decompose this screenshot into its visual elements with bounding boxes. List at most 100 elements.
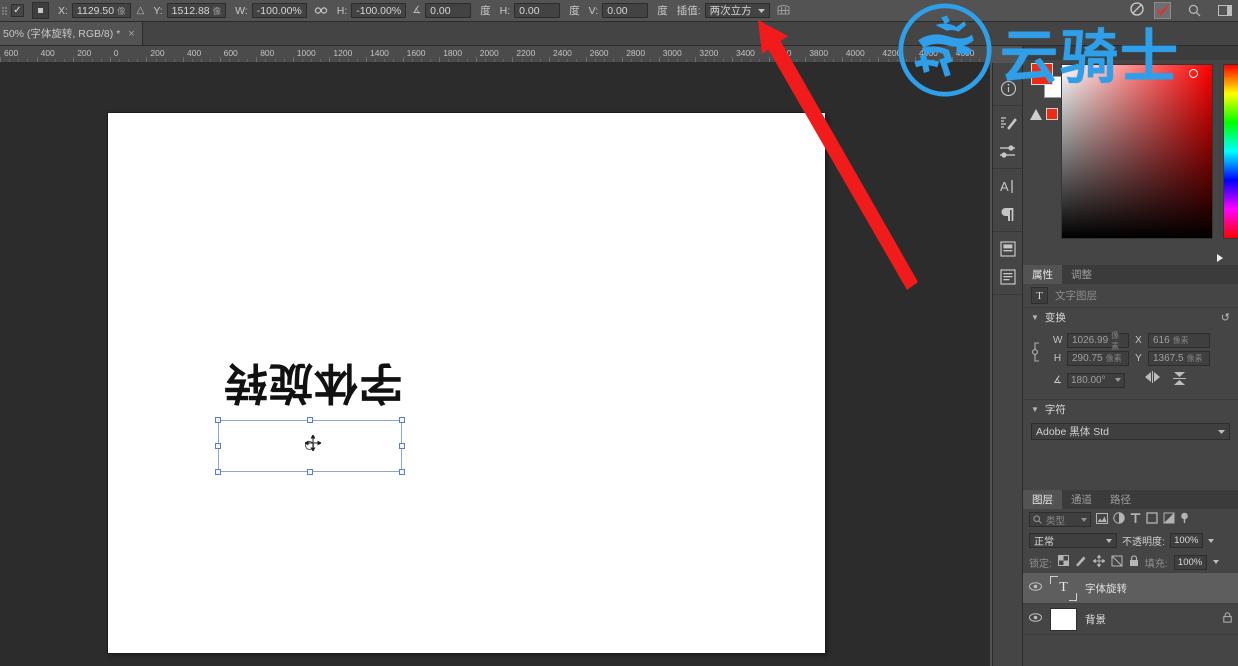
close-icon[interactable]: × [128,28,134,40]
tab-layers[interactable]: 图层 [1023,490,1062,509]
hue-slider[interactable] [1223,64,1238,239]
handle-middle-right[interactable] [399,443,405,449]
flip-horizontal-icon[interactable] [1144,371,1161,389]
prop-x-label: X [1135,335,1142,346]
lock-image-icon[interactable] [1075,555,1087,570]
prop-height-input[interactable]: 290.75 像素 [1067,351,1129,366]
character-section-header[interactable]: ▼ 字符 [1023,400,1238,419]
handle-top-right[interactable] [399,417,405,423]
ruler-minor-mark [594,59,596,62]
interpolation-label: 插值: [676,5,701,17]
prop-x-input[interactable]: 616 像素 [1148,333,1210,348]
rotated-text-content: 字体旋转 [223,357,403,408]
ruler-tick-mark [219,57,221,62]
adjustments-icon[interactable] [993,137,1023,165]
lock-fill-row: 锁定: 填充: 100% [1023,551,1238,573]
lock-icon[interactable] [1223,612,1232,626]
handle-top-left[interactable] [215,417,221,423]
smartobject-filter-icon[interactable] [1163,512,1175,527]
hue-slider-pointer[interactable] [1217,254,1223,262]
width-input[interactable]: -100.00% [251,3,307,18]
prop-width-input[interactable]: 1026.99 像素 [1067,331,1129,351]
out-of-gamut-warning[interactable] [1030,108,1058,120]
info-icon[interactable] [993,74,1023,102]
paragraph-icon[interactable] [993,200,1023,228]
layer-name[interactable]: 背景 [1085,612,1106,627]
workspace-icon[interactable] [1218,5,1232,16]
skew-v-input[interactable]: 0.00 [602,3,649,18]
rotate-angle-input[interactable]: 0.00 [425,3,472,18]
lock-position-icon[interactable] [1091,553,1106,570]
notes-icon[interactable] [993,263,1023,291]
layer-filter-select[interactable]: 类型 [1029,512,1091,527]
reset-transform-icon[interactable]: ↺ [1221,311,1230,324]
pixel-filter-icon[interactable] [1096,512,1108,527]
color-picker-field[interactable] [1061,64,1213,239]
link-dimensions-icon[interactable] [1032,341,1043,366]
libraries-icon[interactable] [993,235,1023,263]
lock-transparency-icon[interactable] [1057,555,1069,569]
search-icon[interactable] [1188,4,1201,17]
character-icon[interactable]: A [993,172,1023,200]
artboard[interactable]: 字体旋转 [108,113,825,653]
warp-icon[interactable] [777,4,790,17]
handle-top-center[interactable] [307,417,313,423]
gamut-substitute-swatch[interactable] [1046,108,1058,120]
reference-point-grid[interactable] [32,2,49,19]
document-tab[interactable]: 50% (字体旋转, RGB/8) * × [0,22,143,45]
layer-thumbnail-background[interactable] [1050,607,1077,631]
layer-thumbnail-text[interactable]: T [1050,575,1077,601]
y-label: Y: [153,4,163,17]
prop-y-input[interactable]: 1367.5 像素 [1148,351,1210,366]
tab-adjustments[interactable]: 调整 [1062,265,1101,284]
interpolation-select[interactable]: 两次立方 [704,3,770,18]
color-panel-header[interactable] [1023,46,1238,60]
handle-bottom-left[interactable] [215,469,221,475]
character-section: ▼ 字符 Adobe 黑体 Std [1023,399,1238,440]
move-tool-checkbox[interactable]: ✓ [11,4,24,17]
tab-properties[interactable]: 属性 [1023,265,1062,284]
filter-toggle-icon[interactable] [1180,512,1189,527]
handle-bottom-center[interactable] [307,469,313,475]
layer-row-background[interactable]: 背景 [1023,604,1238,635]
shape-filter-icon[interactable] [1146,512,1158,527]
y-input[interactable]: 1512.88 像 [166,3,227,18]
handle-bottom-right[interactable] [399,469,405,475]
blend-mode-select[interactable]: 正常 [1029,533,1117,548]
prop-angle-input[interactable]: 180.00° [1067,372,1125,388]
options-bar-grip[interactable] [0,0,10,22]
x-input[interactable]: 1129.50 像 [71,3,131,18]
ruler-minor-mark [457,59,459,62]
layer-name[interactable]: 字体旋转 [1085,581,1127,596]
ruler-tick-label: 800 [260,48,275,58]
height-input[interactable]: -100.00% [351,3,407,18]
commit-transform-button[interactable] [1154,2,1171,19]
transform-section-header[interactable]: ▼ 变换 ↺ [1023,308,1238,327]
cancel-transform-button[interactable] [1130,2,1144,19]
adjustment-filter-icon[interactable] [1113,512,1125,527]
layer-visibility-icon[interactable] [1029,582,1042,594]
angle-value: 0.00 [430,4,451,17]
red-pointer-arrow [758,20,918,290]
tab-channels[interactable]: 通道 [1062,490,1101,509]
ruler-tick-mark [695,57,697,62]
degree-unit-3: 度 [657,5,668,17]
ruler-minor-mark [91,59,93,62]
font-family-select[interactable]: Adobe 黑体 Std [1031,423,1230,440]
lock-all-icon[interactable] [1129,554,1139,570]
color-picker-marker[interactable] [1189,69,1198,78]
skew-h-input[interactable]: 0.00 [514,3,561,18]
fill-input[interactable]: 100% [1173,554,1207,570]
opacity-input[interactable]: 100% [1169,533,1203,548]
type-filter-icon[interactable] [1130,512,1141,527]
flip-vertical-icon[interactable] [1173,371,1186,389]
handle-middle-left[interactable] [215,443,221,449]
foreground-color-swatch[interactable] [1031,63,1053,85]
layer-row-text[interactable]: T 字体旋转 [1023,573,1238,604]
tab-paths[interactable]: 路径 [1101,490,1140,509]
brush-presets-icon[interactable] [993,109,1023,137]
svg-text:A: A [1000,179,1009,194]
link-wh-icon[interactable] [314,6,328,15]
lock-artboard-icon[interactable] [1111,555,1123,570]
layer-visibility-icon[interactable] [1029,613,1042,625]
